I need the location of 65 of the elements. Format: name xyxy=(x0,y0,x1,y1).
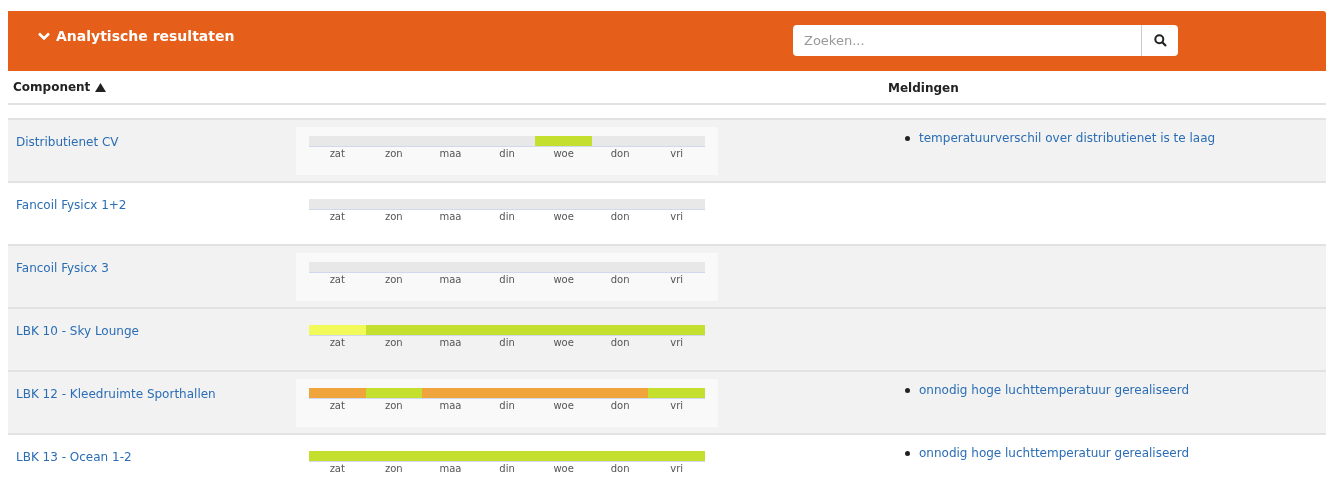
table-row[interactable]: LBK 10 - Sky Lounge zat zon maa din woe don vri xyxy=(8,309,1326,372)
day-label: zat xyxy=(329,336,345,350)
component-link[interactable]: LBK 10 - Sky Lounge xyxy=(16,324,139,338)
day-label: zon xyxy=(385,210,403,224)
day-label: zat xyxy=(329,210,345,224)
day-label: don xyxy=(610,462,630,476)
day-label: maa xyxy=(439,147,462,161)
day-label: zon xyxy=(385,399,403,413)
day-label: don xyxy=(610,336,630,350)
component-link[interactable]: LBK 12 - Kleedruimte Sporthallen xyxy=(16,387,216,401)
notification-link[interactable]: onnodig hoge luchttemperatuur gerealiseerd xyxy=(919,381,1190,399)
search-field[interactable]: Zoeken... xyxy=(793,25,1141,56)
notification-link[interactable]: onnodig hoge luchttemperatuur gerealiseerd xyxy=(919,444,1190,462)
day-label: vri xyxy=(670,273,684,287)
day-label: don xyxy=(610,273,630,287)
day-label: vri xyxy=(670,147,684,161)
day-label: din xyxy=(499,462,515,476)
search-icon xyxy=(1153,34,1167,47)
day-label: zat xyxy=(329,147,345,161)
bullet-icon xyxy=(905,387,910,393)
component-link[interactable]: LBK 13 - Ocean 1-2 xyxy=(16,450,132,464)
day-label: din xyxy=(499,273,515,287)
day-label: woe xyxy=(553,462,574,476)
day-label: woe xyxy=(553,273,574,287)
day-label: woe xyxy=(553,336,574,350)
table-row[interactable]: LBK 12 - Kleedruimte Sporthallen zat zon maa din woe don vri onnodig hoge luchttemperatuur gerealiseerd xyxy=(8,372,1326,435)
day-label: din xyxy=(499,210,515,224)
day-label: zon xyxy=(385,147,403,161)
search-button[interactable] xyxy=(1141,25,1178,56)
day-label: zon xyxy=(385,336,403,350)
day-label: din xyxy=(499,336,515,350)
chevron-down-icon[interactable] xyxy=(38,32,50,41)
day-label: maa xyxy=(439,462,462,476)
column-header[interactable]: Component xyxy=(13,78,91,96)
component-link[interactable]: Fancoil Fysicx 1+2 xyxy=(16,198,127,212)
day-label: maa xyxy=(439,210,462,224)
day-label: zat xyxy=(329,273,345,287)
component-link[interactable]: Distributienet CV xyxy=(16,135,119,149)
table-row[interactable]: Fancoil Fysicx 3 zat zon maa din woe don vri xyxy=(8,246,1326,309)
day-label: din xyxy=(499,399,515,413)
component-link[interactable]: Fancoil Fysicx 3 xyxy=(16,261,109,275)
bullet-icon xyxy=(905,135,910,141)
day-label: vri xyxy=(670,210,684,224)
day-label: din xyxy=(499,147,515,161)
column-header[interactable]: Meldingen xyxy=(888,81,959,95)
day-label: woe xyxy=(553,210,574,224)
day-label: vri xyxy=(670,336,684,350)
day-label: maa xyxy=(439,273,462,287)
day-label: zat xyxy=(329,462,345,476)
day-label: maa xyxy=(439,399,462,413)
panel-title[interactable]: Analytische resultaten xyxy=(56,26,235,47)
day-label: maa xyxy=(439,336,462,350)
bullet-icon xyxy=(905,450,910,456)
day-label: vri xyxy=(670,462,684,476)
day-label: don xyxy=(610,399,630,413)
day-label: zon xyxy=(385,273,403,287)
table-row[interactable]: Distributienet CV zat zon maa din woe don vri temperatuurverschil over distributienet is te laag xyxy=(8,120,1326,183)
day-label: vri xyxy=(670,399,684,413)
day-label: woe xyxy=(553,399,574,413)
notification-link[interactable]: temperatuurverschil over distributienet is te laag xyxy=(919,129,1216,147)
day-label: woe xyxy=(553,147,574,161)
day-label: zon xyxy=(385,462,403,476)
day-label: zat xyxy=(329,399,345,413)
day-label: don xyxy=(610,210,630,224)
day-label: don xyxy=(610,147,630,161)
